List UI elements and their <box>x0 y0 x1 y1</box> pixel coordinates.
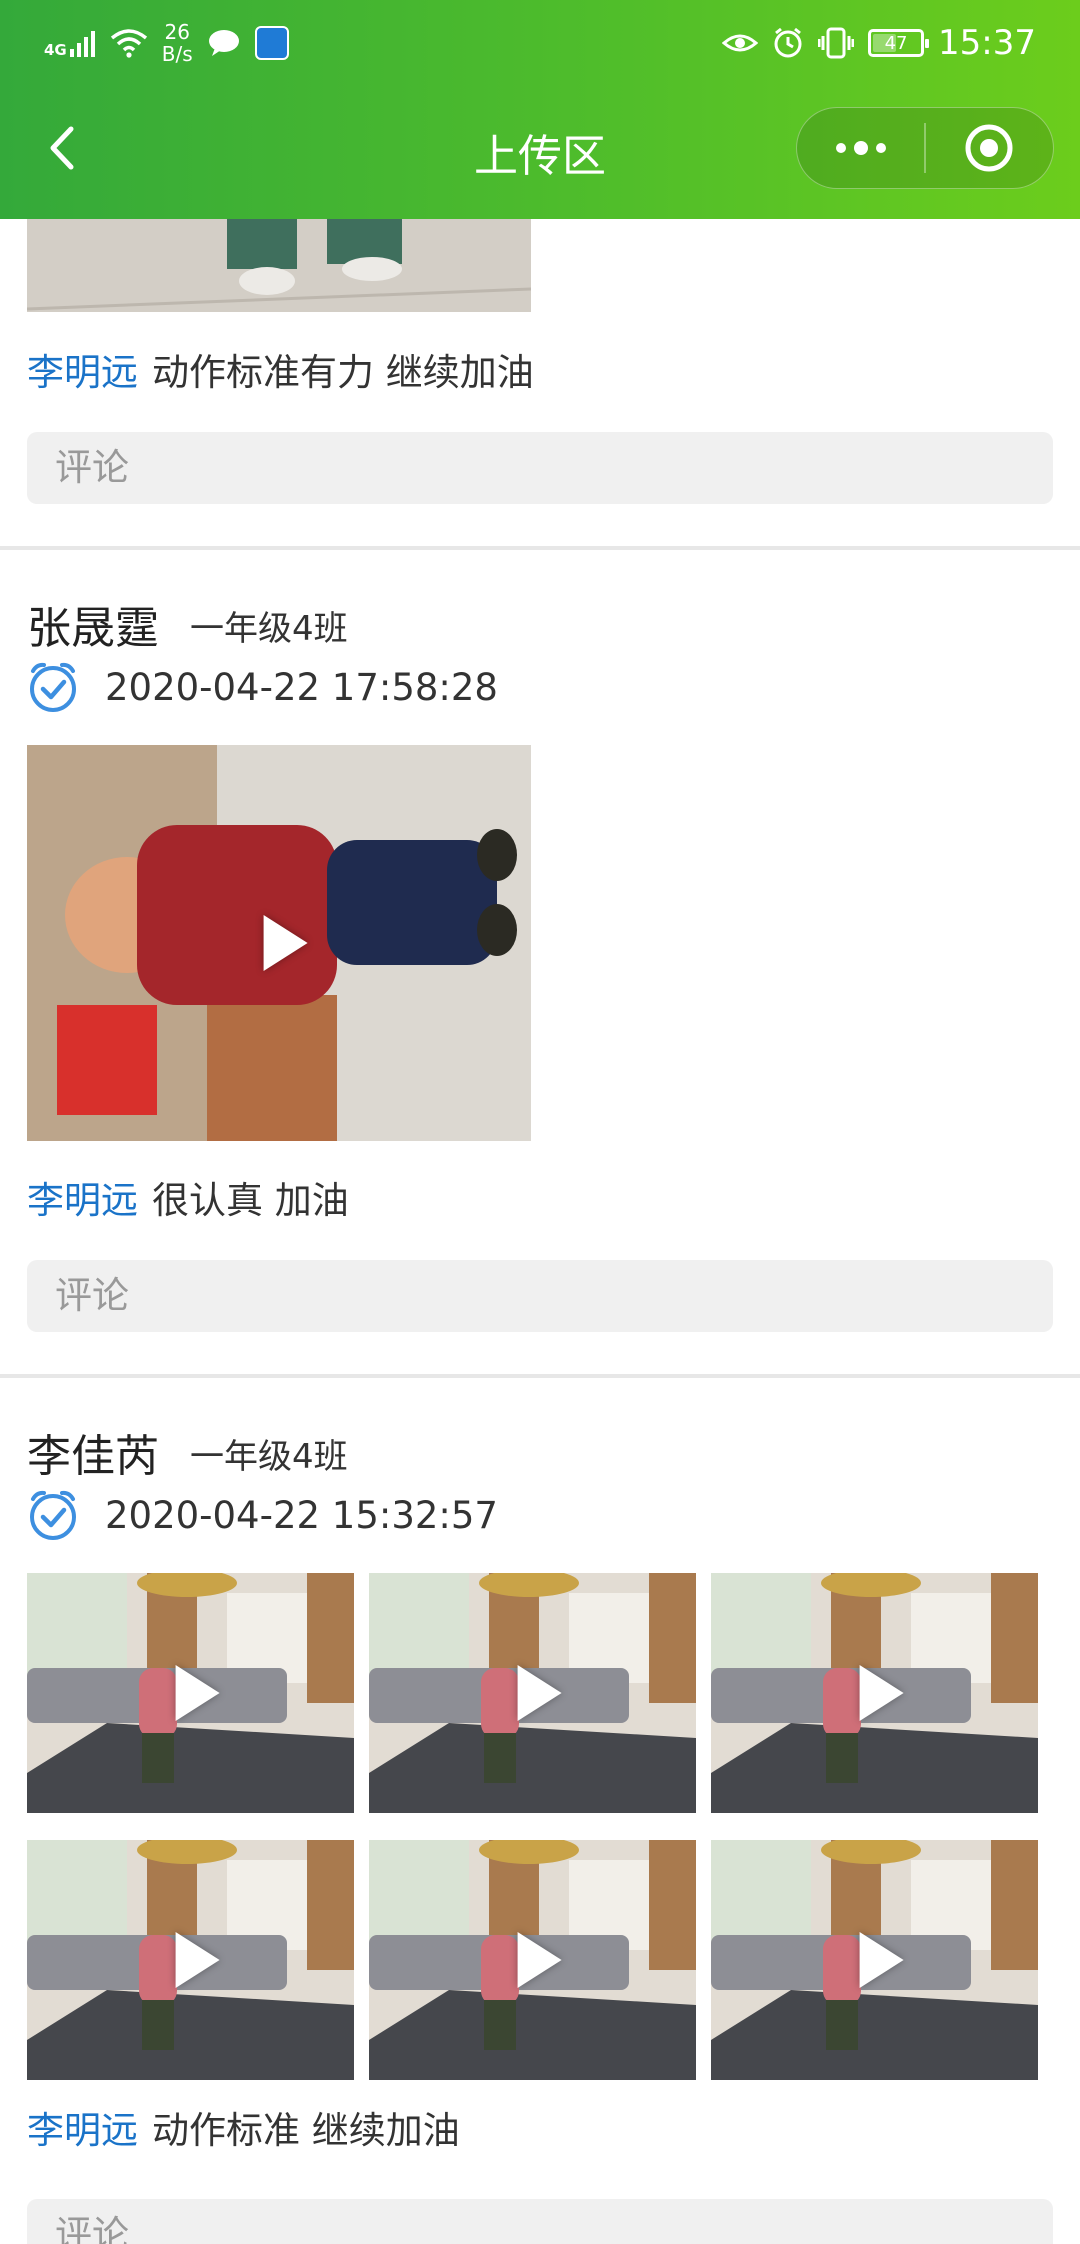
upload-time: 2020-04-22 15:32:57 <box>27 1487 498 1543</box>
header: 4G 26 B/s 47 15:37 上传区 <box>0 0 1080 219</box>
clock-check-icon <box>30 662 76 712</box>
reply-author[interactable]: 李明远 <box>27 2109 138 2152</box>
teacher-reply: 李明远 动作标准 继续加油 <box>27 2100 460 2154</box>
video-frame-image <box>27 219 531 312</box>
play-icon <box>175 1932 220 1988</box>
video-thumbnail[interactable] <box>711 1840 1038 2080</box>
play-icon <box>859 1932 904 1988</box>
student-name: 李佳芮 <box>27 1431 159 1482</box>
network-speed: 26 B/s <box>161 20 193 66</box>
play-icon <box>175 1665 220 1721</box>
play-icon <box>859 1665 904 1721</box>
upload-time: 2020-04-22 17:58:28 <box>27 659 498 715</box>
battery-icon: 47 <box>868 29 930 57</box>
post-divider <box>0 1374 1080 1378</box>
timestamp: 2020-04-22 15:32:57 <box>105 1493 498 1537</box>
reply-text: 动作标准有力 继续加油 <box>152 351 534 394</box>
more-dots-icon <box>835 141 886 155</box>
app-notification-icon <box>254 26 289 60</box>
video-thumbnail[interactable] <box>711 1573 1038 1813</box>
close-program-button[interactable] <box>926 108 1053 188</box>
reply-author[interactable]: 李明远 <box>27 351 138 394</box>
play-icon <box>263 915 308 971</box>
comment-input[interactable]: 评论 <box>27 1260 1053 1332</box>
video-thumbnail[interactable] <box>27 219 531 312</box>
student-class: 一年级4班 <box>190 609 348 649</box>
teacher-reply: 李明远 动作标准有力 继续加油 <box>27 342 534 396</box>
reply-text: 很认真 加油 <box>152 1179 349 1222</box>
video-thumbnail[interactable] <box>27 745 531 1141</box>
student-name: 张晟霆 <box>27 603 159 654</box>
student-class: 一年级4班 <box>190 1437 348 1477</box>
battery-level: 47 <box>884 32 908 54</box>
comment-input[interactable]: 评论 <box>27 2199 1053 2244</box>
comment-input[interactable]: 评论 <box>27 432 1053 504</box>
target-close-icon <box>965 124 1013 172</box>
video-thumbnail[interactable] <box>369 1573 696 1813</box>
chat-notification-icon <box>208 30 239 56</box>
video-thumbnail[interactable] <box>369 1840 696 2080</box>
post-divider <box>0 546 1080 550</box>
vibrate-icon <box>818 27 855 59</box>
play-icon <box>517 1932 562 1988</box>
network-type: 4G <box>44 41 67 59</box>
nav-bar: 上传区 <box>0 90 1080 219</box>
comment-placeholder: 评论 <box>55 1274 129 1317</box>
video-thumbnail[interactable] <box>27 1573 354 1813</box>
eye-icon <box>722 34 759 52</box>
signal-icon: 4G <box>44 29 96 59</box>
wifi-icon <box>110 29 147 58</box>
status-bar: 4G 26 B/s 47 15:37 <box>0 0 1080 90</box>
teacher-reply: 李明远 很认真 加油 <box>27 1170 349 1224</box>
play-icon <box>517 1665 562 1721</box>
clock-check-icon <box>30 1490 76 1540</box>
clock: 15:37 <box>938 23 1036 63</box>
mini-program-capsule <box>796 107 1054 189</box>
comment-placeholder: 评论 <box>55 446 129 489</box>
alarm-icon <box>774 27 802 58</box>
timestamp: 2020-04-22 17:58:28 <box>105 665 498 709</box>
reply-author[interactable]: 李明远 <box>27 1179 138 1222</box>
video-thumbnail[interactable] <box>27 1840 354 2080</box>
comment-placeholder: 评论 <box>55 2213 129 2244</box>
more-button[interactable] <box>797 108 924 188</box>
reply-text: 动作标准 继续加油 <box>152 2109 460 2152</box>
